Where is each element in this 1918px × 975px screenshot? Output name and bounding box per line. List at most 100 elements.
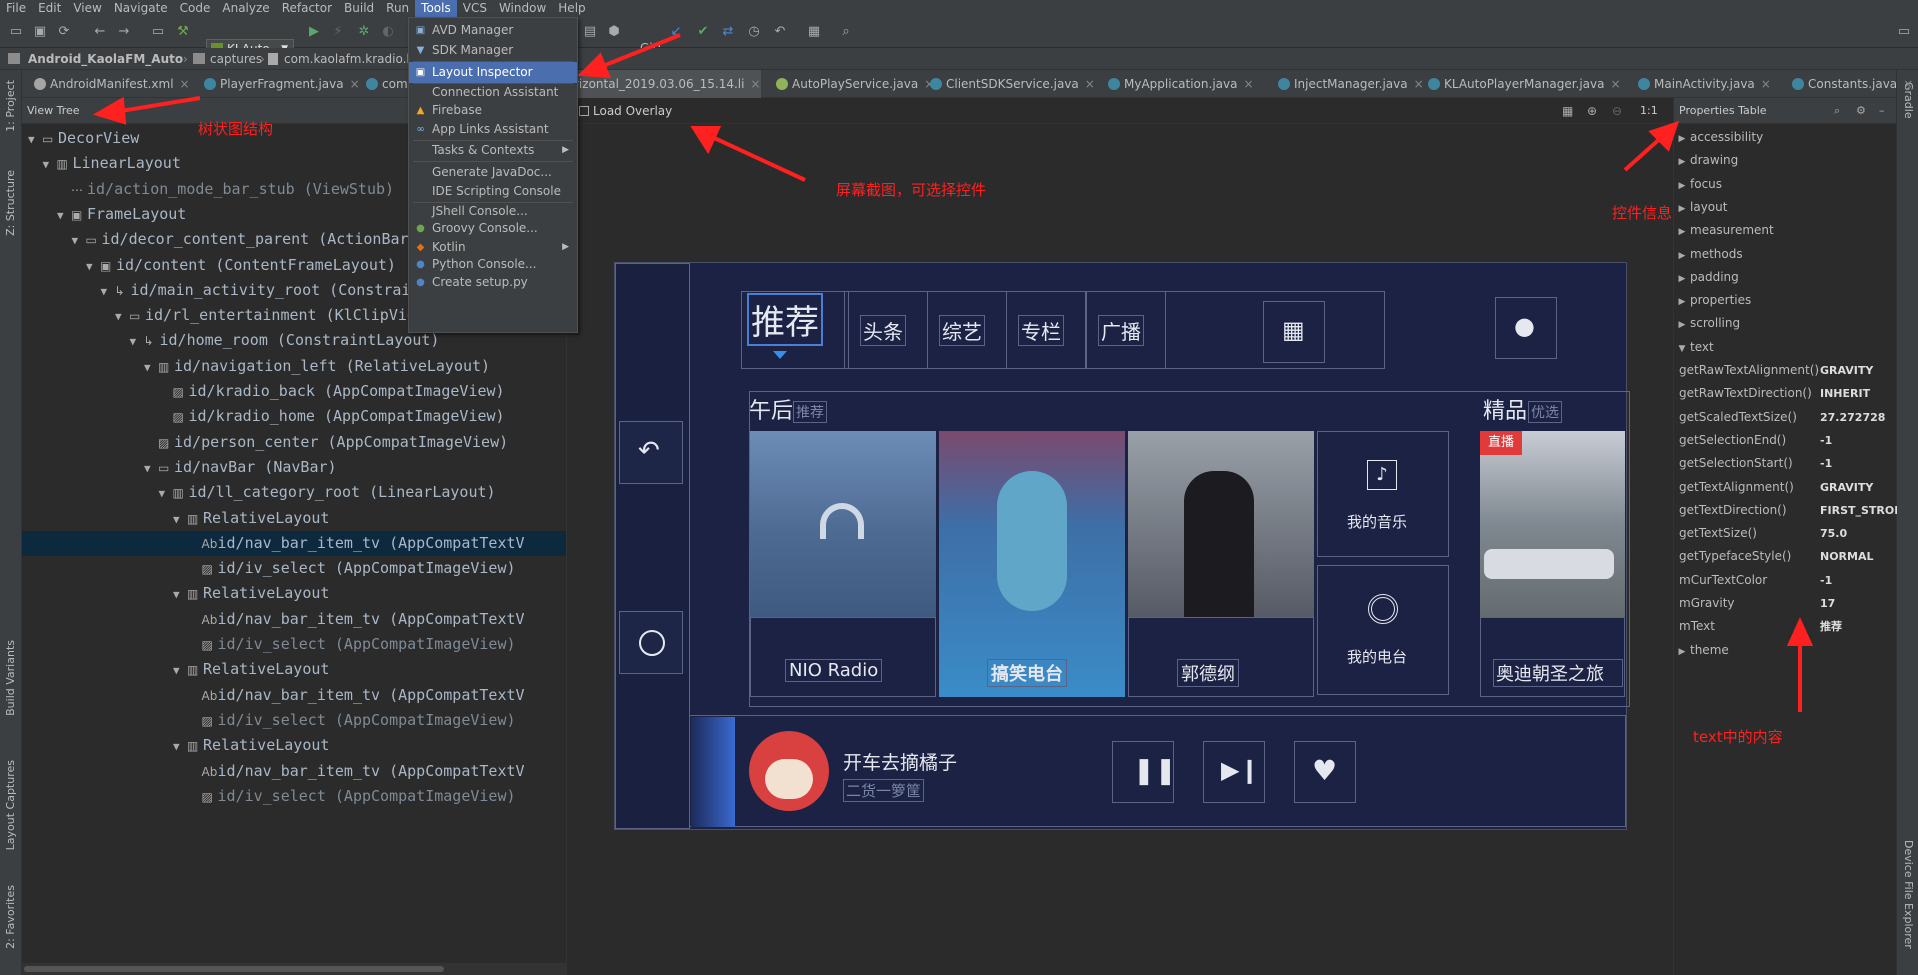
build-hammer-icon[interactable]: ⚒ [175, 24, 191, 40]
tree-node[interactable]: ▨ id/person_center (AppCompatImageView) [22, 430, 566, 455]
card-image-nio[interactable] [750, 431, 936, 617]
property-group[interactable]: ▶ properties [1674, 289, 1897, 312]
property-row[interactable]: mGravity 17 [1674, 592, 1897, 615]
forward-icon[interactable]: → [116, 24, 132, 40]
sync-icon[interactable]: ⟳ [56, 24, 72, 40]
favorites-tool-tab[interactable]: 2: Favorites [4, 885, 17, 949]
editor-tab[interactable]: MyApplication.java × [1104, 70, 1254, 98]
tree-node[interactable]: Abid/nav_bar_item_tv (AppCompatTextV [22, 530, 566, 556]
property-group[interactable]: ▶ layout [1674, 196, 1897, 219]
property-value[interactable]: -1 [1820, 452, 1832, 475]
project-tool-tab[interactable]: 1: Project [4, 80, 17, 132]
menu-file[interactable]: File [0, 0, 32, 17]
run-icon[interactable]: ▶ [306, 24, 322, 40]
small-card-radio[interactable] [1317, 565, 1449, 695]
chevron-down-icon[interactable]: ▼ [1674, 338, 1690, 359]
load-overlay-button[interactable]: Load Overlay [593, 98, 672, 124]
expand-arrow-icon[interactable]: ▼ [72, 228, 86, 253]
open-folder-icon[interactable]: ▭ [8, 24, 24, 40]
expand-arrow-icon[interactable]: ▼ [173, 734, 187, 759]
scrollbar-thumb[interactable] [24, 966, 444, 972]
horizontal-scrollbar[interactable] [22, 963, 566, 975]
tree-node[interactable]: ▨ id/kradio_home (AppCompatImageView) [22, 404, 566, 429]
save-icon[interactable]: ▣ [32, 24, 48, 40]
property-value[interactable]: -1 [1820, 429, 1832, 452]
layout-captures-tool-tab[interactable]: Layout Captures [4, 760, 17, 850]
structure-tool-tab[interactable]: Z: Structure [4, 170, 17, 236]
expand-arrow-icon[interactable]: ▼ [57, 203, 71, 228]
grid-icon[interactable]: ▦ [1562, 98, 1573, 124]
property-group[interactable]: ▶ theme [1674, 639, 1897, 662]
close-tab-icon[interactable]: × [1903, 77, 1913, 91]
close-tab-icon[interactable]: × [1761, 77, 1771, 91]
tools-menu-item[interactable]: ∞ App Links Assistant [409, 119, 577, 140]
close-tab-icon[interactable]: × [350, 77, 360, 91]
property-value[interactable]: -1 [1820, 569, 1832, 592]
chevron-right-icon[interactable]: ▶ [1674, 291, 1690, 312]
menu-window[interactable]: Window [493, 0, 552, 17]
card-image-frog[interactable] [939, 431, 1125, 697]
sdk-manager-icon[interactable]: ⬢ [606, 24, 622, 40]
tools-menu-item[interactable]: IDE Scripting Console [409, 181, 577, 202]
apply-changes-icon[interactable]: ⚡ [330, 24, 346, 40]
tools-menu-item[interactable]: Generate JavaDoc... [409, 162, 577, 183]
close-tab-icon[interactable]: × [1085, 77, 1095, 91]
breadcrumb-captures[interactable]: captures [210, 48, 262, 70]
close-tab-icon[interactable]: × [750, 77, 760, 91]
debug-icon[interactable]: ✲ [356, 24, 372, 40]
expand-arrow-icon[interactable]: ▼ [130, 329, 144, 354]
tools-menu-item[interactable]: ▣ Layout Inspector [409, 62, 577, 83]
editor-tab[interactable]: rizontal_2019.03.06_15.14.li × [570, 70, 761, 98]
property-group[interactable]: ▶ accessibility [1674, 126, 1897, 149]
tree-node[interactable]: ▼ ▥ id/navigation_left (RelativeLayout) [22, 354, 566, 380]
expand-arrow-icon[interactable]: ▼ [144, 355, 158, 380]
property-value[interactable]: 75.0 [1820, 522, 1847, 545]
tools-menu-item[interactable]: ▣ AVD Manager [409, 20, 577, 41]
device-manager-icon[interactable]: ▤ [582, 24, 598, 40]
menu-vcs[interactable]: VCS [457, 0, 493, 17]
menu-build[interactable]: Build [338, 0, 380, 17]
chevron-right-icon[interactable]: ▶ [1674, 175, 1690, 196]
expand-arrow-icon[interactable]: ▼ [86, 254, 100, 279]
property-value[interactable]: GRAVITY [1820, 359, 1873, 382]
minimize-icon[interactable]: – [1879, 98, 1885, 124]
editor-tab[interactable]: KLAutoPlayerManager.java × [1424, 70, 1621, 98]
device-screenshot[interactable]: ↶ ▦ ● 午后 推荐 精品 优选 ♪ 我的音乐 我的电台 直播 奥迪朝圣之旅 [614, 262, 1630, 830]
device-file-explorer-tab[interactable]: Device File Explorer [1902, 840, 1915, 949]
tools-menu-item[interactable]: ● Create setup.py [409, 272, 577, 293]
menu-tools[interactable]: Tools [415, 0, 457, 17]
editor-tab[interactable]: MainActivity.java × [1634, 70, 1771, 98]
next-button[interactable]: ▶❙ [1203, 741, 1265, 803]
close-tab-icon[interactable]: × [1243, 77, 1253, 91]
person-center-button[interactable]: ● [1495, 297, 1557, 359]
expand-arrow-icon[interactable]: ▼ [173, 582, 187, 607]
search-icon[interactable]: ⌕ [838, 24, 854, 40]
close-tab-icon[interactable]: × [180, 77, 190, 91]
expand-arrow-icon[interactable]: ▼ [101, 279, 115, 304]
tree-node[interactable]: ▨ id/kradio_back (AppCompatImageView) [22, 379, 566, 404]
tree-node[interactable]: Abid/nav_bar_item_tv (AppCompatTextV [22, 607, 566, 632]
back-icon[interactable]: ← [92, 24, 108, 40]
close-tab-icon[interactable]: × [1414, 77, 1424, 91]
property-group[interactable]: ▼ text [1674, 336, 1897, 359]
property-group[interactable]: ▶ measurement [1674, 219, 1897, 242]
expand-arrow-icon[interactable]: ▼ [173, 507, 187, 532]
expand-arrow-icon[interactable]: ▼ [28, 127, 42, 152]
menu-run[interactable]: Run [380, 0, 415, 17]
card-image-audi[interactable] [1480, 431, 1625, 617]
tree-node[interactable]: ▨ id/iv_select (AppCompatImageView) [22, 556, 566, 581]
property-value[interactable]: FIRST_STRON [1820, 499, 1897, 522]
property-group[interactable]: ▶ padding [1674, 266, 1897, 289]
property-row[interactable]: getScaledTextSize() 27.272728 [1674, 406, 1897, 429]
search-icon[interactable]: ⌕ [1834, 98, 1840, 124]
property-value[interactable]: NORMAL [1820, 545, 1874, 568]
chevron-right-icon[interactable]: ▶ [1674, 198, 1690, 219]
zoom-in-icon[interactable]: ⊕ [1587, 98, 1597, 124]
chevron-right-icon[interactable]: ▶ [1674, 245, 1690, 266]
menu-analyze[interactable]: Analyze [216, 0, 275, 17]
editor-tab[interactable]: PlayerFragment.java × [200, 70, 360, 98]
chevron-right-icon[interactable]: ▶ [1674, 128, 1690, 149]
git-update-icon[interactable]: ↙ [668, 24, 684, 40]
editor-tab[interactable]: AndroidManifest.xml × [30, 70, 190, 98]
tools-menu-item[interactable]: ● Groovy Console... [409, 218, 577, 239]
